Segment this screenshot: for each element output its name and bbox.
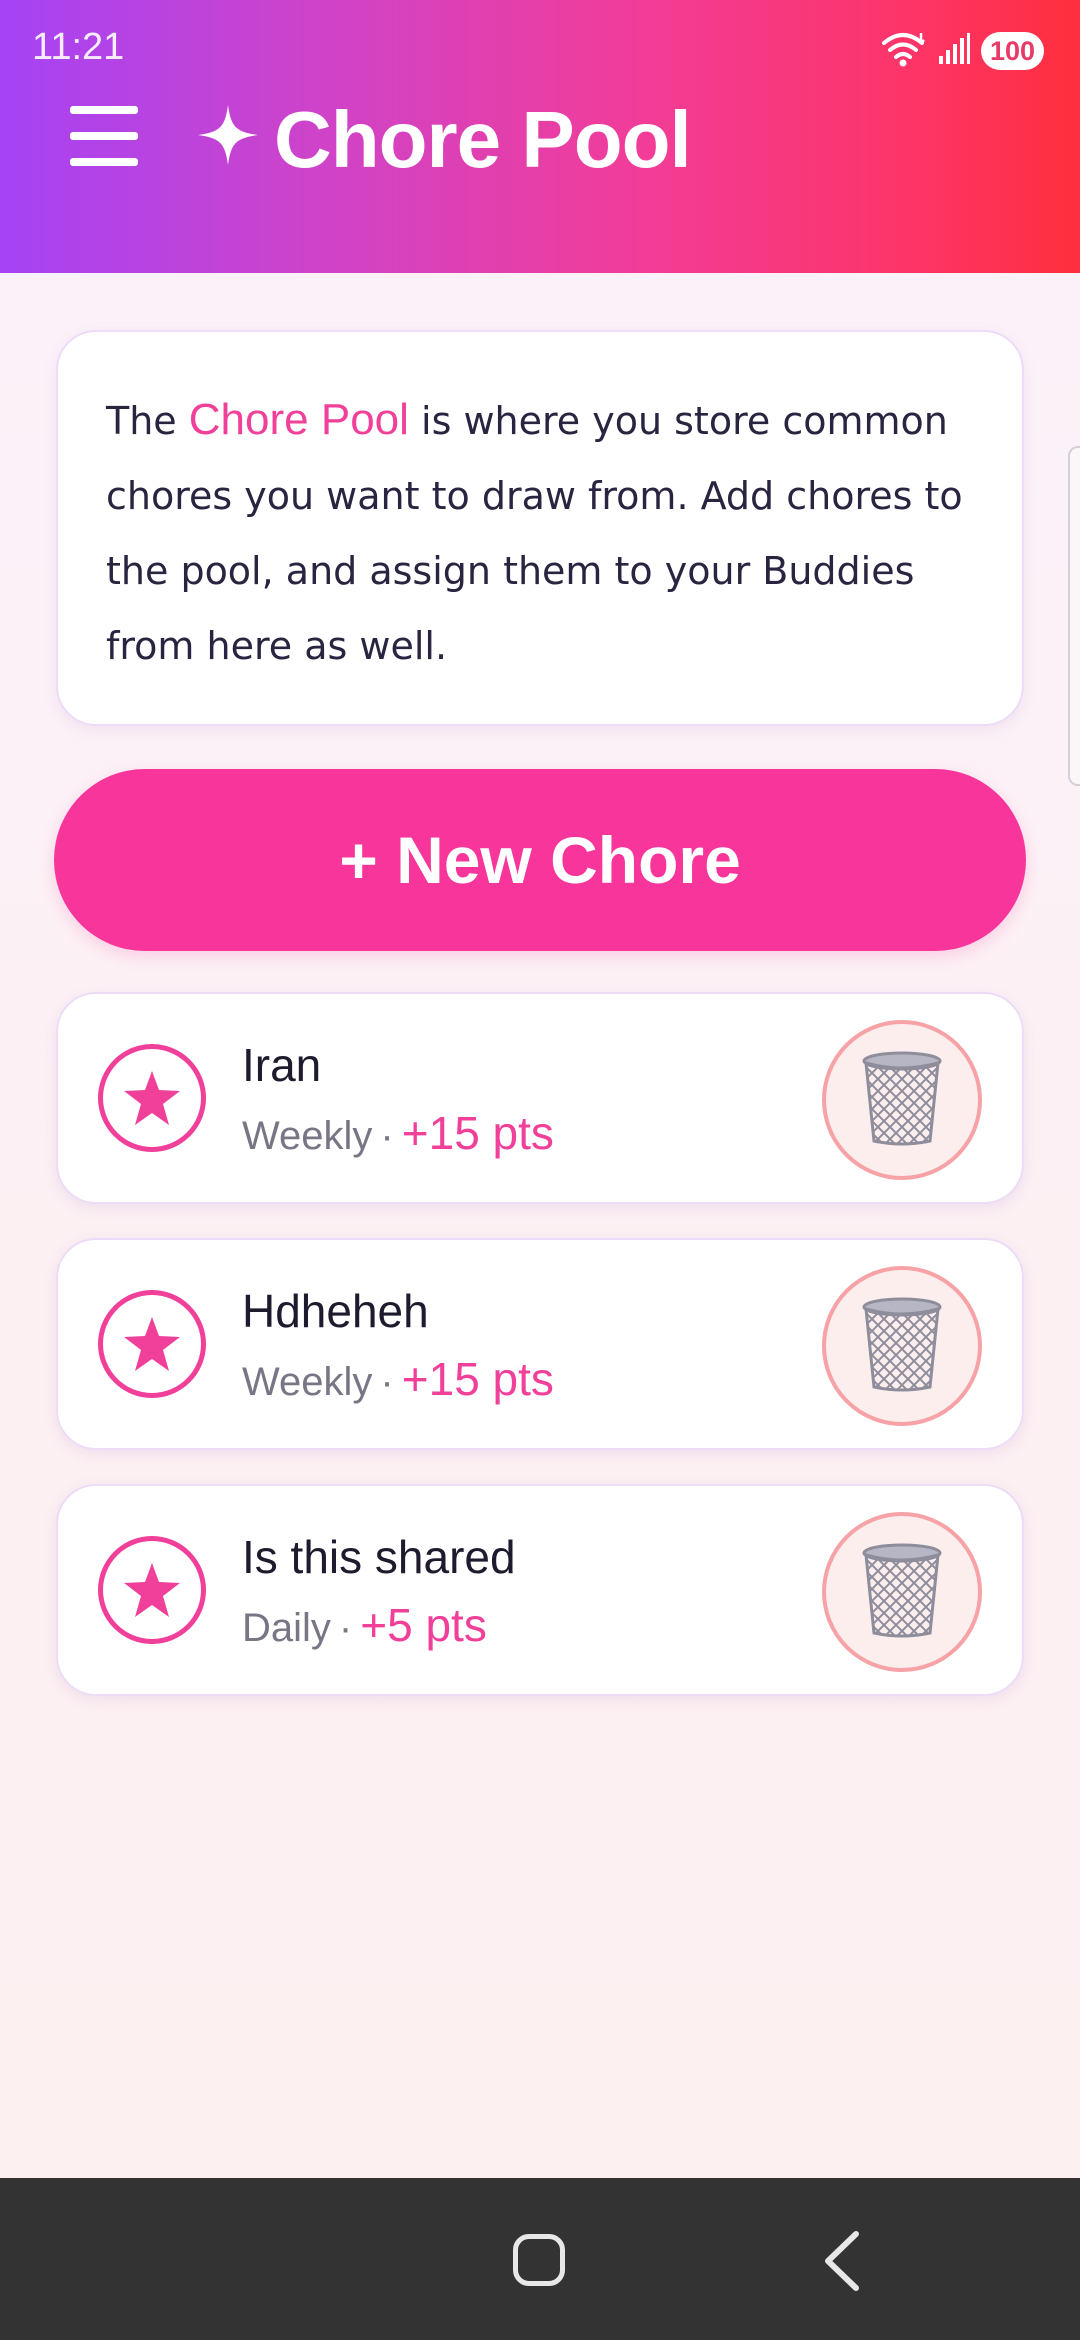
meta-separator: ·: [380, 1114, 394, 1158]
app-header: 11:21 100 Chore Pool: [0, 0, 1080, 273]
home-icon[interactable]: [513, 2234, 565, 2286]
chore-item[interactable]: Hdheheh Weekly · +15 pts: [56, 1238, 1024, 1450]
chore-frequency: Weekly: [242, 1360, 373, 1404]
chore-name: Hdheheh: [242, 1285, 429, 1337]
system-nav-bar: [0, 2178, 1080, 2340]
chore-meta: Weekly · +15 pts: [242, 1106, 554, 1160]
signal-icon: [937, 32, 971, 70]
star-icon: [98, 1536, 206, 1644]
status-time: 11:21: [32, 26, 125, 68]
info-card: The Chore Pool is where you store common…: [56, 330, 1024, 726]
scroll-indicator[interactable]: [1068, 446, 1080, 786]
chore-meta: Daily · +5 pts: [242, 1598, 487, 1652]
wifi-icon: [881, 31, 927, 71]
info-text: The Chore Pool is where you store common…: [106, 382, 976, 684]
chore-name: Is this shared: [242, 1531, 516, 1583]
delete-chore-button[interactable]: [822, 1512, 982, 1672]
menu-button[interactable]: [60, 98, 148, 178]
chore-frequency: Weekly: [242, 1114, 373, 1158]
back-icon[interactable]: [818, 2230, 868, 2292]
chore-name: Iran: [242, 1039, 322, 1091]
info-prefix: The: [106, 399, 177, 443]
info-highlight: Chore Pool: [188, 395, 409, 444]
star-icon: [98, 1290, 206, 1398]
battery-icon: 100: [980, 32, 1044, 70]
meta-separator: ·: [338, 1606, 353, 1650]
page-title: Chore Pool: [196, 88, 692, 192]
trash-icon: [860, 1295, 944, 1397]
delete-chore-button[interactable]: [822, 1266, 982, 1426]
chore-item[interactable]: Iran Weekly · +15 pts: [56, 992, 1024, 1204]
chore-item[interactable]: Is this shared Daily · +5 pts: [56, 1484, 1024, 1696]
page-title-text: Chore Pool: [274, 95, 692, 184]
new-chore-button[interactable]: + New Chore: [54, 769, 1026, 951]
delete-chore-button[interactable]: [822, 1020, 982, 1180]
chore-points: +15 pts: [401, 1107, 554, 1159]
sparkle-icon: [196, 94, 260, 186]
chore-frequency: Daily: [242, 1606, 331, 1650]
trash-icon: [860, 1541, 944, 1643]
chore-points: +15 pts: [401, 1353, 554, 1405]
trash-icon: [860, 1049, 944, 1151]
star-icon: [98, 1044, 206, 1152]
meta-separator: ·: [380, 1360, 394, 1404]
hamburger-icon: [68, 102, 140, 174]
status-icons: 100: [881, 30, 1044, 72]
chore-meta: Weekly · +15 pts: [242, 1352, 554, 1406]
chore-points: +5 pts: [360, 1599, 487, 1651]
